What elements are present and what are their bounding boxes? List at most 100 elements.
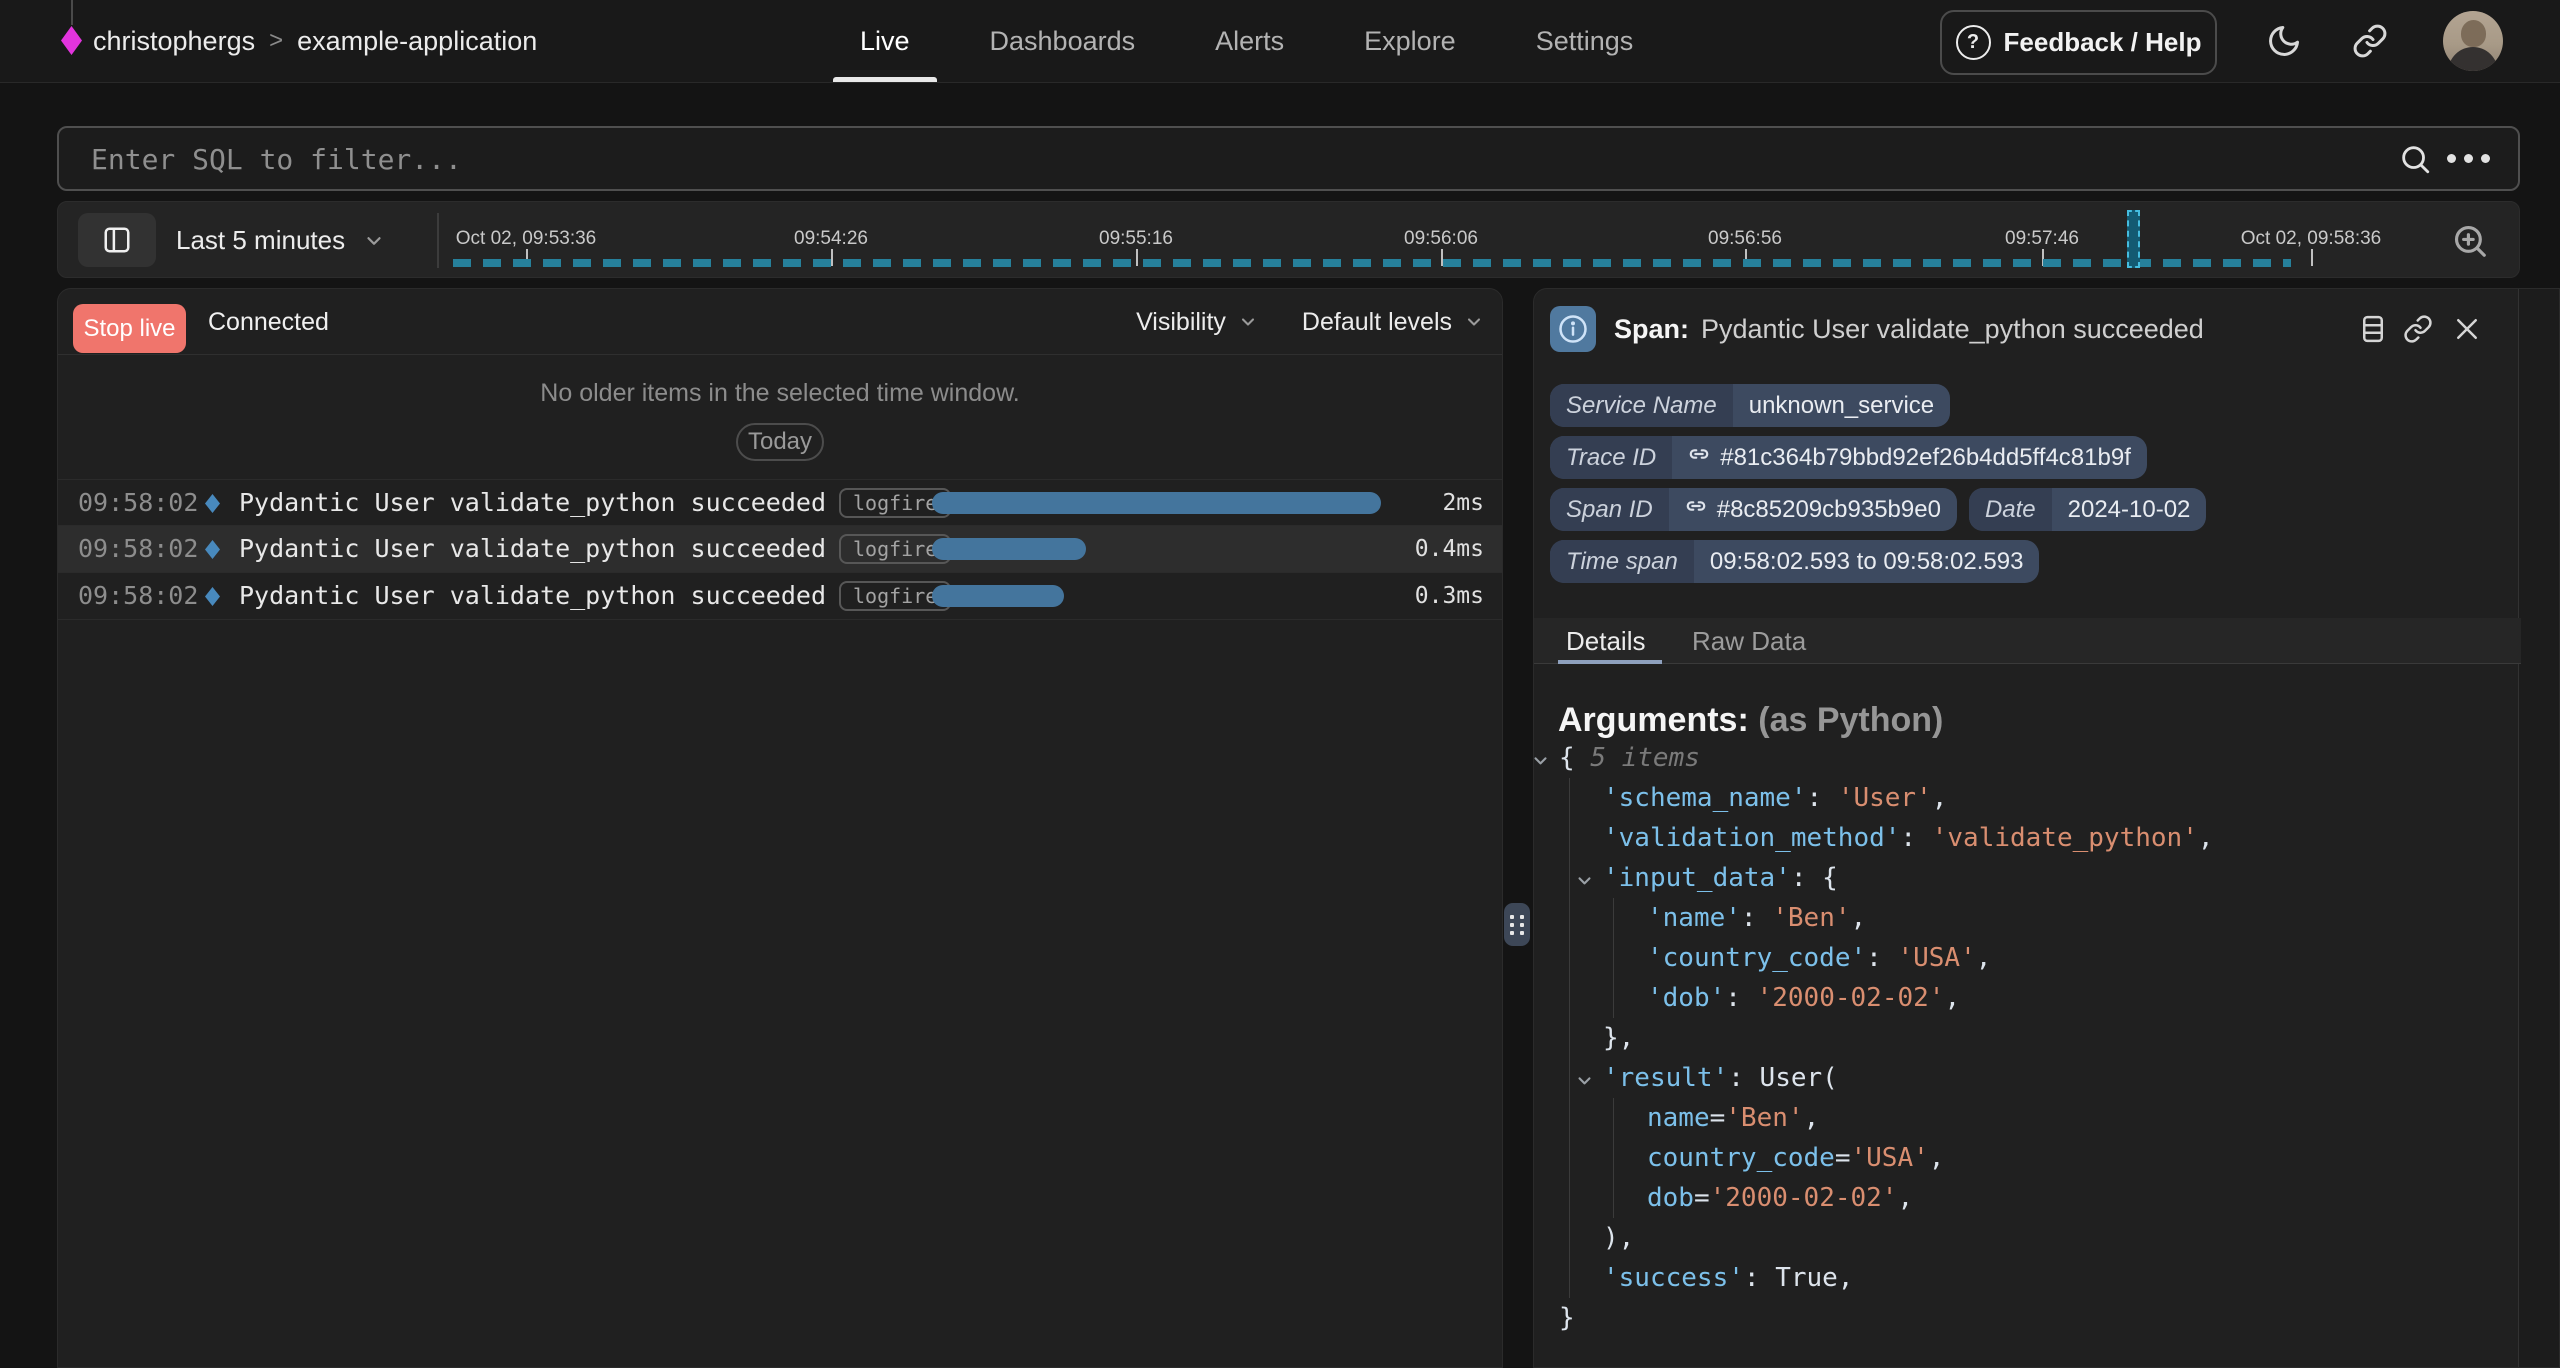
connection-status: Connected [208,289,329,355]
user-avatar[interactable] [2443,11,2503,71]
code-token: : [1866,943,1897,973]
dark-mode-moon-icon[interactable] [2266,23,2302,59]
badge-label: Date [1969,488,2052,531]
code-token: , [1897,1183,1913,1213]
active-nav-underline [833,77,937,82]
log-row[interactable]: 09:58:02Pydantic User validate_python su… [58,526,1502,573]
close-icon[interactable] [2452,314,2482,344]
code-line[interactable]: name='Ben', [1534,1098,2521,1138]
badge-value: #81c364b79bbd92ef26b4dd5ff4c81b9f [1672,436,2147,479]
time-range-label: Last 5 minutes [176,225,345,256]
badge-row: Trace ID#81c364b79bbd92ef26b4dd5ff4c81b9… [1550,436,2206,479]
span-title: Span: Pydantic User validate_python succ… [1614,289,2204,369]
sidebar-toggle-button[interactable] [78,213,156,267]
breadcrumb-project[interactable]: example-application [297,26,537,57]
nav-tab-explore[interactable]: Explore [1364,0,1456,82]
code-line[interactable]: } [1534,1298,2521,1338]
code-line[interactable]: 'name': 'Ben', [1534,898,2521,938]
code-line[interactable]: 'success': True, [1534,1258,2521,1298]
breadcrumb: christophergs > example-application [93,0,537,82]
filter-more-options-icon[interactable] [2447,154,2490,163]
collapse-caret-icon[interactable] [1576,1061,1593,1101]
nav-tab-dashboards[interactable]: Dashboards [990,0,1136,82]
code-token: } [1559,1303,1575,1333]
detail-tabs: Details Raw Data [1534,618,2521,664]
nav-tab-settings[interactable]: Settings [1536,0,1634,82]
time-range-dropdown[interactable]: Last 5 minutes [176,202,385,279]
feedback-help-button[interactable]: ? Feedback / Help [1940,10,2217,75]
badge-label: Service Name [1550,384,1733,427]
code-token: name [1647,1103,1710,1133]
code-line[interactable]: 'input_data': { [1534,858,2521,898]
code-line[interactable]: }, [1534,1018,2521,1058]
code-line[interactable]: 'schema_name': 'User', [1534,778,2521,818]
share-link-icon[interactable] [2352,23,2388,59]
panel-resize-handle[interactable] [1504,903,1530,946]
code-token: { [1559,743,1590,773]
log-row[interactable]: 09:58:02Pydantic User validate_python su… [58,479,1502,526]
copy-link-icon[interactable] [2403,314,2433,344]
badge-value: #8c85209cb935b9e0 [1669,488,1957,531]
today-pill[interactable]: Today [736,423,824,461]
detail-tab-raw-data[interactable]: Raw Data [1692,618,1806,664]
code-line[interactable]: dob='2000-02-02', [1534,1178,2521,1218]
duration-label: 2ms [1442,480,1484,526]
timeline-tick-mark [2311,249,2313,266]
code-line[interactable]: country_code='USA', [1534,1138,2521,1178]
code-line[interactable]: { 5 items [1534,738,2521,778]
badge-service-name: Service Nameunknown_service [1550,384,1950,427]
log-row[interactable]: 09:58:02Pydantic User validate_python su… [58,573,1502,620]
logfire-logo-icon[interactable] [61,26,82,60]
default-levels-dropdown[interactable]: Default levels [1302,308,1484,337]
timeline-activity-spike [2127,210,2140,268]
code-token: = [1694,1183,1710,1213]
collapse-caret-icon[interactable] [1532,741,1549,781]
duration-label: 0.4ms [1415,526,1484,572]
zoom-in-icon[interactable] [2451,222,2489,265]
badge-value: unknown_service [1733,384,1950,427]
logfire-app: christophergs > example-application Live… [0,0,2560,1368]
code-token: : [1900,823,1931,853]
log-timestamp: 09:58:02 [78,573,198,619]
code-token: 'result' [1603,1063,1728,1093]
visibility-dropdown[interactable]: Visibility [1136,308,1258,337]
detail-header: Span: Pydantic User validate_python succ… [1534,289,2521,369]
detail-scrollbar-gutter[interactable] [2518,289,2559,1367]
badge-value: 2024-10-02 [2052,488,2207,531]
grip-dots-icon [1510,915,1524,935]
code-line[interactable]: 'dob': '2000-02-02', [1534,978,2521,1018]
top-nav: christophergs > example-application Live… [0,0,2560,83]
badge-label: Span ID [1550,488,1669,531]
code-line[interactable]: 'validation_method': 'validate_python', [1534,818,2521,858]
badge-label: Trace ID [1550,436,1672,479]
badge-row: Span ID #8c85209cb935b9e0 Date2024-10-02 [1550,488,2206,531]
search-icon[interactable] [2398,142,2432,181]
stop-live-button[interactable]: Stop live [73,304,186,353]
nav-tab-live[interactable]: Live [860,0,910,82]
link-icon[interactable] [1688,443,1710,472]
code-token: dob [1647,1183,1694,1213]
badge-value-text: #8c85209cb935b9e0 [1717,496,1941,524]
code-token: 'country_code' [1647,943,1866,973]
link-icon[interactable] [1685,495,1707,524]
nav-tab-alerts[interactable]: Alerts [1215,0,1284,82]
code-token: , [2198,823,2214,853]
sql-filter-input[interactable] [89,128,2373,191]
code-token: }, [1603,1023,1634,1053]
code-line[interactable]: 'country_code': 'USA', [1534,938,2521,978]
detail-tab-details[interactable]: Details [1566,618,1645,664]
collapse-caret-icon[interactable] [1576,861,1593,901]
code-line[interactable]: ), [1534,1218,2521,1258]
breadcrumb-org[interactable]: christophergs [93,26,255,57]
logo-string [71,0,73,25]
code-token: 'name' [1647,903,1741,933]
code-token: : { [1791,863,1838,893]
code-token: : [1725,983,1756,1013]
span-kind-label: Span: [1614,314,1689,345]
split-panel-icon[interactable] [2358,314,2388,344]
visibility-label: Visibility [1136,308,1226,337]
timeline-tick-label: 09:56:06 [1404,228,1478,250]
span-detail-panel: Span: Pydantic User validate_python succ… [1533,288,2560,1368]
code-token: , [1932,783,1948,813]
code-line[interactable]: 'result': User( [1534,1058,2521,1098]
